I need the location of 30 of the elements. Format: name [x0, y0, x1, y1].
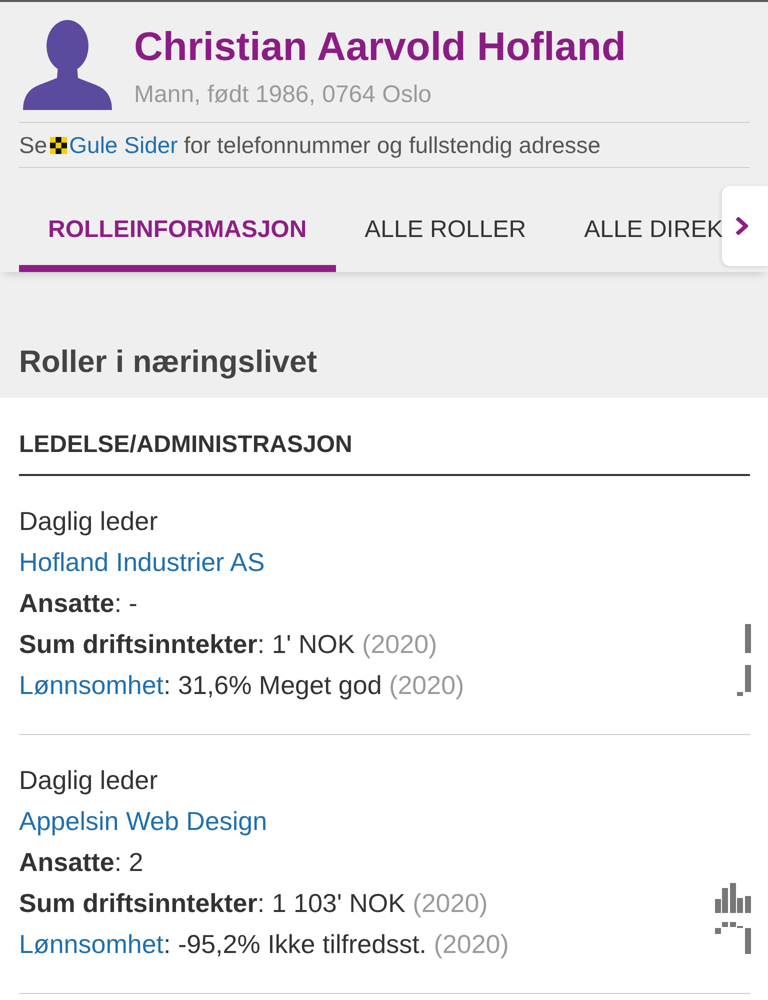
revenue-bar — [745, 896, 751, 913]
profitability-bar — [745, 665, 751, 692]
fact-line: Ansatte: 2 — [19, 846, 144, 879]
scroll-right-button[interactable] — [722, 186, 768, 266]
tab[interactable]: ALLE ROLLER — [336, 176, 556, 272]
person-name: Christian Aarvold Hofland — [134, 24, 626, 71]
fact-line: Sum driftsinntekter: 1' NOK (2020) — [19, 628, 438, 661]
chevron-right-icon — [735, 217, 748, 235]
person-details: Mann, født 1986, 0764 Oslo — [134, 81, 432, 109]
revenue-bar — [745, 624, 751, 653]
fact-line: Sum driftsinntekter: 1 103' NOK (2020) — [19, 887, 488, 920]
profitability-bar — [737, 692, 743, 696]
fact-line: Ansatte: - — [19, 587, 138, 620]
fact-line: Lønnsomhet: 31,6% Meget god (2020) — [19, 669, 464, 702]
directory-note: Se Gule Sider for telefonnummer og fullstendig adresse — [19, 122, 750, 168]
metric-link[interactable]: Lønnsomhet — [19, 670, 164, 700]
group-title: LEDELSE/ADMINISTRASJON — [19, 430, 352, 460]
section-heading: Roller i næringslivet — [19, 343, 318, 381]
metric-link[interactable]: Lønnsomhet — [19, 929, 164, 959]
person-silhouette-icon — [22, 20, 113, 110]
role-title: Daglig leder — [19, 764, 158, 797]
tab[interactable]: ROLLEINFORMASJON — [19, 176, 336, 272]
fact-line: Lønnsomhet: -95,2% Ikke tilfredsst. (2020) — [19, 928, 509, 961]
role-title: Daglig leder — [19, 505, 158, 538]
company-link[interactable]: Hofland Industrier AS — [19, 542, 265, 583]
directory-link[interactable]: Gule Sider — [50, 132, 178, 158]
tab[interactable]: ALLE DIREK — [555, 176, 723, 272]
profitability-bar — [745, 928, 751, 954]
company-link[interactable]: Appelsin Web Design — [19, 801, 268, 842]
checkered-logo-icon — [50, 136, 68, 154]
